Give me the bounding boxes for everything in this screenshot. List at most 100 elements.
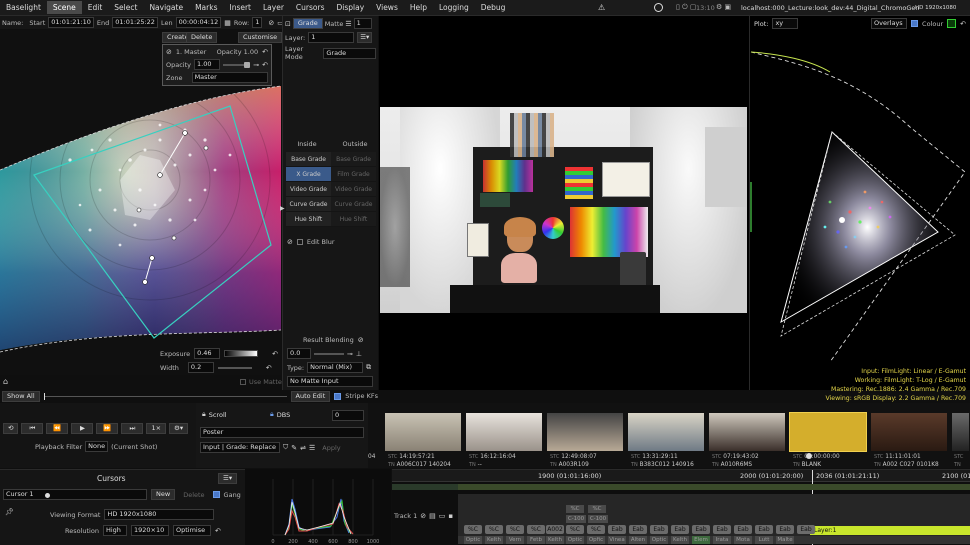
upper-chip[interactable]: %C [588,505,606,513]
outside-base-grade[interactable]: Base Grade [331,152,376,167]
overlays-select[interactable]: Overlays [871,18,908,29]
sub-chip[interactable]: Vinea [608,536,626,544]
cursors-menu-button[interactable]: ☰▾ [218,473,238,484]
type-select[interactable]: Normal (Mix) [307,362,364,373]
poster-select[interactable]: Poster [200,427,364,438]
scrub-slider[interactable] [43,392,287,400]
layer-selector[interactable]: 1 [353,18,372,29]
reset-icon-4[interactable]: ↶ [266,364,272,372]
tab-matte[interactable]: Matte [325,20,344,28]
reset-icon-6[interactable]: ↶ [215,527,221,535]
outside-curve-grade[interactable]: Curve Grade [331,197,376,212]
optimise-select[interactable]: Optimise [172,525,211,536]
resolution-select[interactable]: High [102,525,127,536]
input-mode-select[interactable]: Input | Grade: Replace [200,442,280,453]
go-end-button[interactable]: ⏭ [121,423,144,434]
new-cursor-button[interactable]: New [151,489,176,500]
menu-edit[interactable]: Edit [82,3,109,12]
menu-select[interactable]: Select [108,3,143,12]
scroll-label[interactable]: Scroll [209,411,227,419]
sub-chip[interactable]: Optic [566,536,584,544]
use-matte-checkbox[interactable] [240,379,246,385]
layer-menu-icon[interactable]: ☰▾ [357,32,373,43]
stack-icon[interactable]: ▤ [429,512,436,520]
grade-chip[interactable]: %C [587,525,605,534]
reset-icon-3[interactable]: ↶ [272,350,278,358]
menu-navigate[interactable]: Navigate [143,3,189,12]
inside-base-grade[interactable]: Base Grade [286,152,331,167]
menu-display[interactable]: Display [330,3,370,12]
no-icon-4[interactable]: ⊘ [420,512,426,520]
row-field[interactable]: 1 [252,17,263,28]
stripe-kfs-checkbox[interactable] [334,392,342,400]
inside-video-grade[interactable]: Video Grade [286,182,331,197]
menu-marks[interactable]: Marks [189,3,223,12]
apply-button[interactable]: Apply [322,444,340,452]
customise-button[interactable]: Customise [238,32,283,43]
mid-chip[interactable]: C-100 [566,515,586,523]
len-field[interactable]: 00:00:04:12 [175,17,222,28]
sub-chip[interactable]: Vern [506,536,524,544]
sub-chip[interactable]: Elem [692,536,710,544]
grade-chip[interactable]: Eab [650,525,668,534]
gang-checkbox[interactable] [212,491,220,498]
sub-chip[interactable]: Mota [734,536,752,544]
delete-cursor-button[interactable]: Delete [179,491,208,499]
blend-slider[interactable] [314,352,344,355]
grade-chip[interactable]: Eab [629,525,647,534]
menu-layer[interactable]: Layer [257,3,290,12]
sub-chip[interactable]: Lutt [755,536,773,544]
home-icon[interactable]: ⌂ [3,377,8,386]
menu-baselight[interactable]: Baselight [0,3,47,12]
no-icon-2[interactable]: ⊘ [287,238,293,246]
grade-chip[interactable]: A002 [546,525,564,534]
sub-chip[interactable]: Optic [650,536,668,544]
mid-chip[interactable]: C-100 [588,515,608,523]
key-icon-2[interactable]: ⊸ [347,350,353,358]
grade-chip[interactable]: %C [506,525,524,534]
exposure-field[interactable]: 0.46 [194,348,221,359]
step-forward-button[interactable]: ⏩ [96,423,119,434]
thumb-7[interactable] [870,412,948,452]
no-icon[interactable]: ⊘ [268,19,274,27]
viewing-format-select[interactable]: HD 1920x1080 [104,509,215,520]
layer-mode-select[interactable]: Grade [323,47,376,59]
tree-icon[interactable]: ⧉ [366,363,371,372]
outside-hue-shift[interactable]: Hue Shift [331,212,376,227]
grade-chip[interactable]: %C [485,525,503,534]
plot-mode-select[interactable]: xy [772,18,799,29]
reset-icon[interactable]: ↶ [262,48,268,56]
menu-scene[interactable]: Scene [46,1,82,14]
sub-chip[interactable]: Alten [629,536,647,544]
link-icon[interactable]: ⇌ [300,444,306,452]
layer-field[interactable]: 1 [308,32,355,43]
auto-edit-button[interactable]: Auto Edit [290,390,331,402]
upper-chip[interactable]: %C [566,505,584,513]
reset-icon-5[interactable]: ↶ [960,20,966,28]
step-back-button[interactable]: ⏪ [46,423,69,434]
sub-chip[interactable]: Kelth [546,536,564,544]
play-button[interactable]: ▶ [71,423,94,434]
viewer[interactable] [379,16,749,390]
menu-icon[interactable]: ☰ [309,444,315,452]
reset-icon-2[interactable]: ↶ [262,61,268,69]
outside-film-grade[interactable]: Film Grade [331,167,376,182]
opacity-field[interactable]: 1.00 [194,59,220,70]
thumb-2[interactable] [465,412,543,452]
no-icon-3[interactable]: ⊘ [358,336,364,344]
warning-icon[interactable]: ⚠ [598,3,605,12]
timeline-ruler[interactable] [392,470,970,482]
sub-chip[interactable]: Malte [776,536,794,544]
edit-blur-checkbox[interactable] [296,239,303,245]
grade-chip[interactable]: Eab [692,525,710,534]
menu-cursors[interactable]: Cursors [290,3,331,12]
key-icon[interactable]: ⊸ [253,61,259,69]
sub-chip[interactable]: Optic [464,536,482,544]
thumb-8[interactable] [951,412,970,452]
thumb-6-blank[interactable] [789,412,867,452]
thumb-3[interactable] [546,412,624,452]
shield-icon[interactable]: ⛉ [283,443,288,452]
eyedropper-icon[interactable]: ✎ [291,444,297,452]
grade-chip[interactable]: Eab [671,525,689,534]
grade-chip[interactable]: Eab [776,525,794,534]
